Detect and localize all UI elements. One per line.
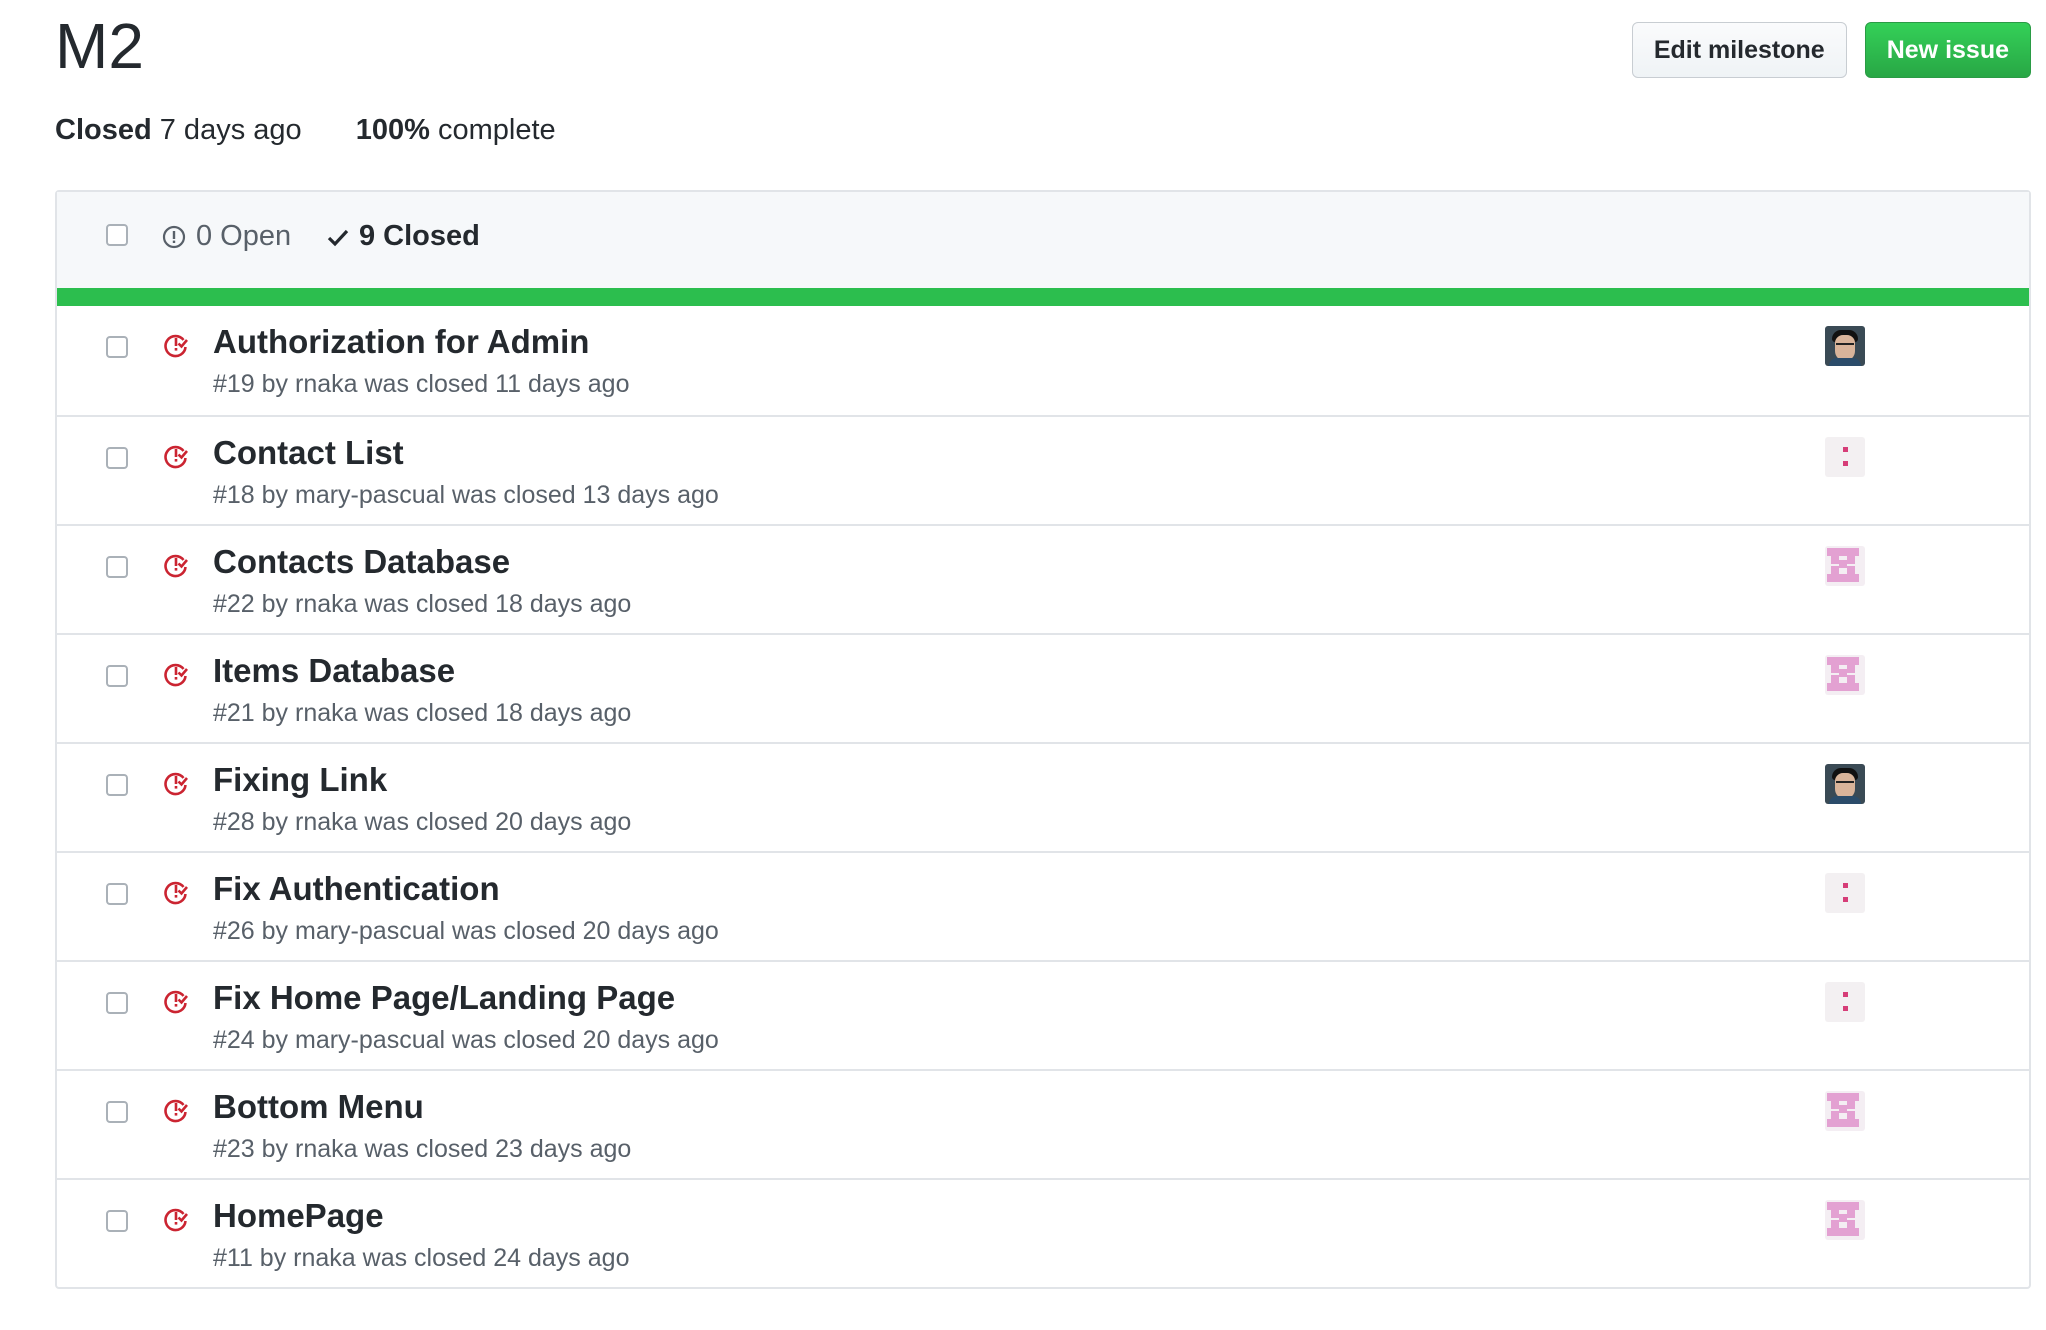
issue-closed-icon bbox=[163, 879, 189, 910]
issue-title-link[interactable]: Items Database bbox=[213, 652, 455, 690]
issue-checkbox[interactable] bbox=[106, 665, 128, 687]
issue-row: Fixing Link #28 by rnaka was closed 20 d… bbox=[57, 742, 2029, 851]
issue-title-link[interactable]: Contacts Database bbox=[213, 543, 510, 581]
issue-row: Fix Authentication #26 by mary-pascual w… bbox=[57, 851, 2029, 960]
closed-issues-label: 9 Closed bbox=[359, 220, 480, 252]
assignee-avatar[interactable] bbox=[1825, 764, 1865, 804]
assignee-avatar[interactable] bbox=[1825, 437, 1865, 477]
issue-closed-icon bbox=[163, 770, 189, 801]
select-all-checkbox[interactable] bbox=[106, 224, 128, 246]
milestone-percent: 100% bbox=[355, 114, 430, 146]
issue-title-link[interactable]: Authorization for Admin bbox=[213, 323, 589, 361]
issue-title-link[interactable]: Contact List bbox=[213, 434, 404, 472]
milestone-meta: Closed 7 days ago 100% complete bbox=[55, 110, 556, 190]
issue-checkbox[interactable] bbox=[106, 774, 128, 796]
assignee-avatar[interactable] bbox=[1825, 326, 1865, 366]
new-issue-button[interactable]: New issue bbox=[1864, 22, 2031, 78]
issue-closed-icon bbox=[163, 552, 189, 583]
page-title: M2 bbox=[55, 10, 144, 82]
issue-closed-icon bbox=[163, 1097, 189, 1128]
issue-row: Items Database #21 by rnaka was closed 1… bbox=[57, 633, 2029, 742]
issue-row: HomePage #11 by rnaka was closed 24 days… bbox=[57, 1178, 2029, 1287]
issue-row: Contacts Database #22 by rnaka was close… bbox=[57, 524, 2029, 633]
milestone-page: M2 Edit milestone New issue Closed 7 day… bbox=[55, 0, 2031, 1289]
issue-meta: #19 by rnaka was closed 11 days ago bbox=[213, 370, 630, 398]
open-issues-label: 0 Open bbox=[196, 220, 292, 252]
milestone-header: M2 Edit milestone New issue bbox=[55, 0, 2031, 110]
issue-checkbox[interactable] bbox=[106, 883, 128, 905]
issue-row: Fix Home Page/Landing Page #24 by mary-p… bbox=[57, 960, 2029, 1069]
issue-checkbox[interactable] bbox=[106, 1101, 128, 1123]
open-issues-filter[interactable]: 0 Open bbox=[162, 220, 291, 253]
assignee-avatar[interactable] bbox=[1825, 982, 1865, 1022]
milestone-progress-bar bbox=[57, 288, 2029, 306]
issue-meta: #22 by rnaka was closed 18 days ago bbox=[213, 590, 632, 618]
issue-title-link[interactable]: Fix Home Page/Landing Page bbox=[213, 979, 675, 1017]
issue-meta: #26 by mary-pascual was closed 20 days a… bbox=[213, 917, 719, 945]
issue-row: Contact List #18 by mary-pascual was clo… bbox=[57, 415, 2029, 524]
issue-title-link[interactable]: Fixing Link bbox=[213, 761, 387, 799]
milestone-status: Closed bbox=[55, 114, 152, 146]
check-icon bbox=[327, 229, 349, 246]
assignee-avatar[interactable] bbox=[1825, 873, 1865, 913]
issue-closed-icon bbox=[163, 443, 189, 474]
issues-box: 0 Open 9 Closed Authorization for Admin … bbox=[55, 190, 2031, 1289]
issue-checkbox[interactable] bbox=[106, 992, 128, 1014]
issue-list: Authorization for Admin #19 by rnaka was… bbox=[57, 306, 2029, 1287]
issue-meta: #18 by mary-pascual was closed 13 days a… bbox=[213, 481, 719, 509]
issue-checkbox[interactable] bbox=[106, 447, 128, 469]
issue-checkbox[interactable] bbox=[106, 1210, 128, 1232]
issue-row: Bottom Menu #23 by rnaka was closed 23 d… bbox=[57, 1069, 2029, 1178]
issue-meta: #28 by rnaka was closed 20 days ago bbox=[213, 808, 632, 836]
issue-row: Authorization for Admin #19 by rnaka was… bbox=[57, 306, 2029, 415]
edit-milestone-button[interactable]: Edit milestone bbox=[1631, 22, 1847, 78]
issue-meta: #11 by rnaka was closed 24 days ago bbox=[213, 1244, 630, 1272]
issue-title-link[interactable]: Fix Authentication bbox=[213, 870, 500, 908]
issue-title-link[interactable]: HomePage bbox=[213, 1197, 384, 1235]
issue-closed-icon bbox=[163, 988, 189, 1019]
assignee-avatar[interactable] bbox=[1825, 1200, 1865, 1240]
milestone-status-time: 7 days ago bbox=[159, 114, 302, 146]
issue-title-link[interactable]: Bottom Menu bbox=[213, 1088, 424, 1126]
closed-issues-filter[interactable]: 9 Closed bbox=[327, 220, 480, 253]
issue-meta: #24 by mary-pascual was closed 20 days a… bbox=[213, 1026, 719, 1054]
issues-toolbar: 0 Open 9 Closed bbox=[57, 192, 2029, 288]
issue-meta: #23 by rnaka was closed 23 days ago bbox=[213, 1135, 632, 1163]
milestone-percent-label: complete bbox=[438, 114, 556, 146]
assignee-avatar[interactable] bbox=[1825, 655, 1865, 695]
assignee-avatar[interactable] bbox=[1825, 1091, 1865, 1131]
issue-opened-icon bbox=[162, 225, 186, 248]
issue-checkbox[interactable] bbox=[106, 336, 128, 358]
assignee-avatar[interactable] bbox=[1825, 546, 1865, 586]
issue-closed-icon bbox=[163, 1206, 189, 1237]
header-actions: Edit milestone New issue bbox=[1631, 22, 2031, 78]
issue-meta: #21 by rnaka was closed 18 days ago bbox=[213, 699, 632, 727]
issue-closed-icon bbox=[163, 332, 189, 363]
issue-checkbox[interactable] bbox=[106, 556, 128, 578]
issue-closed-icon bbox=[163, 661, 189, 692]
